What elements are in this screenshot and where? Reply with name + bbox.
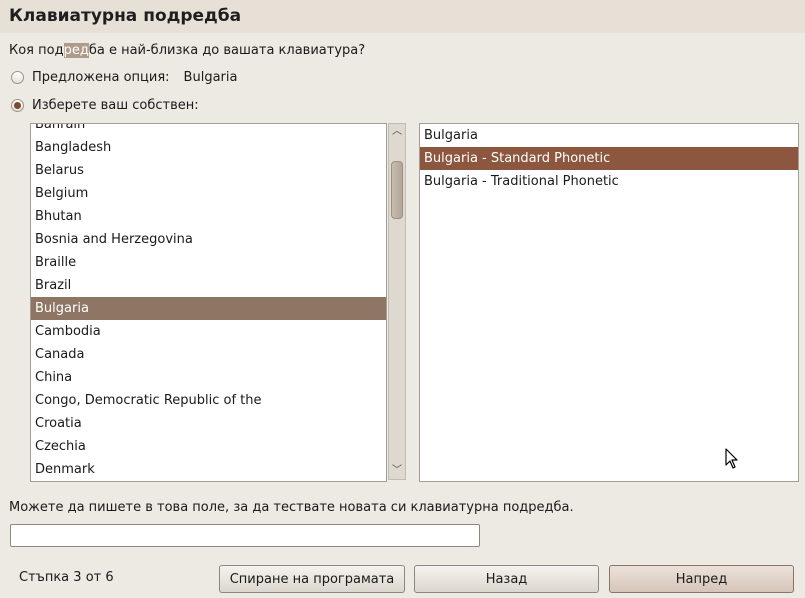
- question-text-end: ба е най-близка до вашата клавиатура?: [88, 43, 366, 58]
- chevron-up-icon: ︿: [392, 126, 402, 137]
- country-list-items: Bahrain Bangladesh Belarus Belgium Bhutan Bos…: [31, 124, 386, 481]
- country-list-item[interactable]: Bulgaria: [31, 297, 386, 320]
- question-text-selection: ред: [63, 43, 89, 58]
- country-list-item[interactable]: Czechia: [31, 435, 386, 458]
- layout-question: Коя подредба е най-близка до вашата клав…: [9, 43, 365, 58]
- step-indicator: Стъпка 3 от 6: [19, 570, 114, 585]
- country-list-item[interactable]: Cambodia: [31, 320, 386, 343]
- back-button-label: Назад: [485, 571, 528, 587]
- suggested-option-label: Предложена опция:: [32, 69, 170, 85]
- quit-button[interactable]: Спиране на програмата: [219, 565, 405, 593]
- country-list-item[interactable]: Denmark: [31, 458, 386, 481]
- scroll-down-button[interactable]: ﹀: [389, 463, 405, 479]
- back-button[interactable]: Назад: [414, 565, 599, 593]
- test-field-label: Можете да пишете в това поле, за да тест…: [9, 500, 574, 515]
- forward-button-label: Напред: [675, 571, 728, 587]
- suggested-option-value: Bulgaria: [183, 69, 238, 85]
- country-list-scrollbar[interactable]: ︿ ﹀: [388, 123, 406, 480]
- keyboard-test-input[interactable]: [10, 524, 480, 547]
- scroll-thumb[interactable]: [391, 161, 403, 219]
- country-list-item[interactable]: Canada: [31, 343, 386, 366]
- variant-list-item[interactable]: Bulgaria - Standard Phonetic: [420, 147, 798, 170]
- country-list-item[interactable]: Bahrain: [31, 124, 386, 136]
- country-list-item[interactable]: Bosnia and Herzegovina: [31, 228, 386, 251]
- chevron-down-icon: ﹀: [392, 465, 402, 476]
- country-list-item[interactable]: Bangladesh: [31, 136, 386, 159]
- custom-option-radio[interactable]: Изберете ваш собствен:: [11, 96, 199, 114]
- country-list-item[interactable]: Bhutan: [31, 205, 386, 228]
- variant-list-item[interactable]: Bulgaria - Traditional Phonetic: [420, 170, 798, 193]
- radio-checked-icon[interactable]: [11, 98, 24, 112]
- mouse-pointer-icon: [725, 448, 738, 469]
- radio-unchecked-icon[interactable]: [11, 70, 24, 84]
- page-header: Клавиатурна подредба: [0, 0, 805, 33]
- page-title: Клавиатурна подредба: [9, 6, 242, 26]
- country-list-item[interactable]: Belarus: [31, 159, 386, 182]
- forward-button[interactable]: Напред: [609, 565, 794, 593]
- country-list-item[interactable]: Congo, Democratic Republic of the: [31, 389, 386, 412]
- variant-list[interactable]: Bulgaria Bulgaria - Standard Phonetic Bulg…: [419, 123, 799, 482]
- country-list-item[interactable]: Braille: [31, 251, 386, 274]
- country-list-item[interactable]: Belgium: [31, 182, 386, 205]
- suggested-option-radio[interactable]: Предложена опция: Bulgaria: [11, 68, 237, 86]
- country-list[interactable]: Bahrain Bangladesh Belarus Belgium Bhutan Bos…: [30, 123, 387, 482]
- question-text-start: Коя под: [9, 43, 64, 58]
- custom-option-label: Изберете ваш собствен:: [32, 97, 199, 113]
- quit-button-label: Спиране на програмата: [229, 571, 395, 587]
- scroll-up-button[interactable]: ︿: [389, 124, 405, 140]
- country-list-item[interactable]: China: [31, 366, 386, 389]
- variant-list-items: Bulgaria Bulgaria - Standard Phonetic Bulg…: [420, 124, 798, 193]
- country-list-item[interactable]: Croatia: [31, 412, 386, 435]
- variant-list-item[interactable]: Bulgaria: [420, 124, 798, 147]
- country-list-item[interactable]: Brazil: [31, 274, 386, 297]
